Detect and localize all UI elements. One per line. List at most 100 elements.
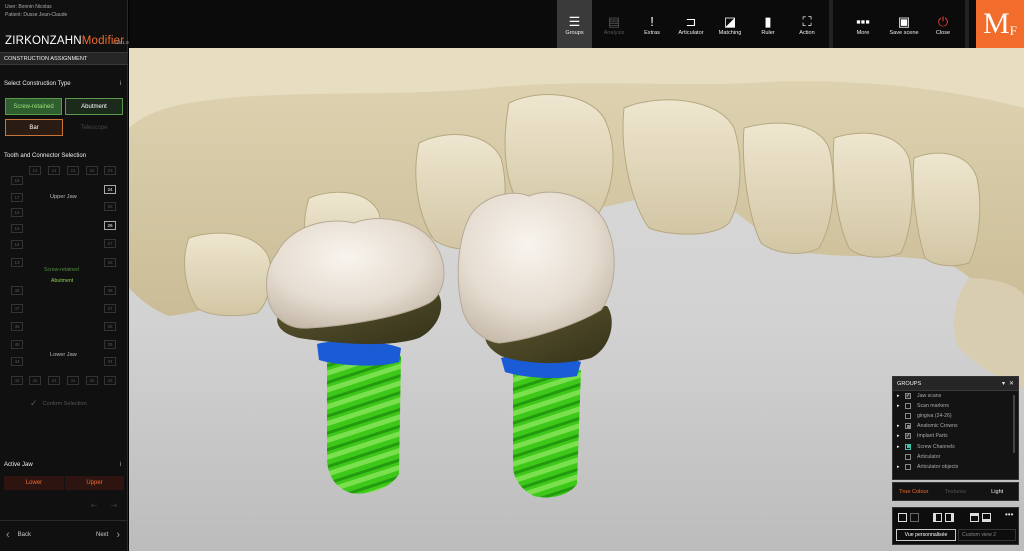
tooth-45[interactable]: 45 <box>11 340 23 349</box>
extras-button[interactable]: ! Extras <box>634 0 670 48</box>
tooth-38[interactable]: 38 <box>104 286 116 295</box>
tooth-44[interactable]: 44 <box>11 357 23 366</box>
more-button[interactable]: ▪▪▪ More <box>845 0 881 48</box>
true-colour-button[interactable]: True Colour <box>893 489 935 495</box>
expand-arrow-icon[interactable]: ▸ <box>897 423 905 429</box>
abutment-button[interactable]: Abutment <box>65 98 123 115</box>
custom-view-selected[interactable]: Vue personnalisée <box>896 529 956 541</box>
group-checkbox[interactable] <box>905 403 911 410</box>
tooth-35[interactable]: 35 <box>104 340 116 349</box>
groups-scrollbar[interactable] <box>1013 395 1015 453</box>
expand-arrow-icon[interactable]: ▸ <box>897 403 905 409</box>
group-checkbox[interactable] <box>905 453 911 460</box>
top-view-icon[interactable] <box>970 513 979 522</box>
close-button[interactable]: ⏻ Close <box>926 0 960 48</box>
toolbar-divider <box>829 0 833 48</box>
tooth-32[interactable]: 32 <box>86 376 98 385</box>
confirm-selection-button[interactable]: ✓ Confirm Selection <box>30 398 87 409</box>
groups-button[interactable]: ☰ Groups <box>557 0 592 48</box>
tooth-27[interactable]: 27 <box>104 239 116 248</box>
tooth-13[interactable]: 13 <box>11 258 23 267</box>
group-checkbox[interactable] <box>905 443 911 450</box>
chevron-right-icon: › <box>116 529 120 541</box>
tooth-41[interactable]: 41 <box>48 376 60 385</box>
swap-right-icon[interactable]: ⇥ <box>106 500 122 510</box>
tooth-23[interactable]: 23 <box>104 166 116 175</box>
group-checkbox[interactable] <box>905 463 911 470</box>
tooth-46[interactable]: 46 <box>11 322 23 331</box>
tooth-18[interactable]: 18 <box>11 176 23 185</box>
groups-panel: GROUPS ▾ ✕ ▸ ✓ Jaw scans ▸ Scan markers gingiv… <box>892 376 1019 480</box>
articulator-button[interactable]: ⊐ Articulator <box>672 0 710 48</box>
textures-button[interactable]: Textures <box>935 489 977 495</box>
tooth-22[interactable]: 22 <box>86 166 98 175</box>
tooth-33[interactable]: 33 <box>104 376 116 385</box>
light-button[interactable]: Light <box>976 489 1018 495</box>
right-view-icon[interactable] <box>945 513 954 522</box>
action-button[interactable]: ⛶ Action <box>789 0 825 48</box>
group-item[interactable]: ▸ ✓ Jaw scans <box>893 391 1018 401</box>
screw-retained-button[interactable]: Screw-retained <box>5 98 62 115</box>
close-icon[interactable]: ✕ <box>1009 380 1014 387</box>
tooth-31[interactable]: 31 <box>67 376 79 385</box>
save-scene-button[interactable]: ▣ Save scene <box>884 0 924 48</box>
ruler-button[interactable]: ▮ Ruler <box>750 0 786 48</box>
back-view-icon[interactable] <box>910 513 919 522</box>
bottom-view-icon[interactable] <box>982 513 991 522</box>
tooth-11[interactable]: 11 <box>48 166 60 175</box>
dropdown-icon[interactable]: ▾ <box>1002 380 1005 387</box>
3d-viewport[interactable] <box>129 48 1024 551</box>
tooth-43[interactable]: 43 <box>11 376 23 385</box>
articulator-icon: ⊐ <box>685 13 697 29</box>
analysis-button[interactable]: ▤ Analysis <box>596 0 632 48</box>
group-item[interactable]: ▸ Anatomic Crowns <box>893 421 1018 431</box>
group-item[interactable]: ▸ Articulator objects <box>893 462 1018 472</box>
group-item[interactable]: ▸ ✓ Implant Parts <box>893 431 1018 441</box>
tooth-12[interactable]: 12 <box>29 166 41 175</box>
group-item[interactable]: Articulator <box>893 452 1018 462</box>
tooth-17[interactable]: 17 <box>11 193 23 202</box>
tooth-24[interactable]: 24 <box>104 185 116 194</box>
expand-arrow-icon[interactable]: ▸ <box>897 444 905 450</box>
matching-button[interactable]: ◪ Matching <box>713 0 747 48</box>
group-item[interactable]: ▸ Scan markers <box>893 401 1018 411</box>
group-checkbox[interactable]: ✓ <box>905 393 911 400</box>
front-view-icon[interactable] <box>898 513 907 522</box>
tooth-14[interactable]: 14 <box>11 240 23 249</box>
left-view-icon[interactable] <box>933 513 942 522</box>
tooth-15[interactable]: 15 <box>11 224 23 233</box>
expand-arrow-icon[interactable]: ▸ <box>897 464 905 470</box>
active-jaw-info-icon[interactable]: i <box>120 462 121 468</box>
jaw-upper-button[interactable]: Upper <box>65 476 124 490</box>
more-views-icon[interactable]: ••• <box>1005 510 1013 519</box>
group-checkbox[interactable] <box>905 413 911 420</box>
tooth-36[interactable]: 36 <box>104 322 116 331</box>
tooth-21[interactable]: 21 <box>67 166 79 175</box>
group-item[interactable]: gingiva (24-26) <box>893 411 1018 421</box>
construction-info-icon[interactable]: i <box>120 81 121 87</box>
group-checkbox[interactable]: ✓ <box>905 433 911 440</box>
next-button[interactable]: Next › <box>96 529 120 541</box>
back-button[interactable]: ‹ Back <box>6 529 31 541</box>
custom-view-2[interactable]: Custom view 2 <box>958 529 1016 541</box>
tooth-26[interactable]: 26 <box>104 221 116 230</box>
tooth-25[interactable]: 25 <box>104 202 116 211</box>
analysis-icon: ▤ <box>607 13 621 29</box>
tooth-47[interactable]: 47 <box>11 304 23 313</box>
tooth-37[interactable]: 37 <box>104 304 116 313</box>
tooth-16[interactable]: 16 <box>11 208 23 217</box>
tooth-48[interactable]: 48 <box>11 286 23 295</box>
groups-panel-header: GROUPS ▾ ✕ <box>893 377 1018 391</box>
group-item[interactable]: ▸ Screw Channels <box>893 441 1018 451</box>
swap-left-icon[interactable]: ⇤ <box>86 500 102 510</box>
group-checkbox[interactable] <box>905 423 911 430</box>
tooth-28[interactable]: 28 <box>104 258 116 267</box>
tooth-34[interactable]: 34 <box>104 357 116 366</box>
tooth-23 <box>742 122 834 254</box>
expand-arrow-icon[interactable]: ▸ <box>897 433 905 439</box>
expand-arrow-icon[interactable]: ▸ <box>897 393 905 399</box>
tooth-42[interactable]: 42 <box>29 376 41 385</box>
bar-button[interactable]: Bar <box>5 119 63 136</box>
jaw-lower-button[interactable]: Lower <box>4 476 65 490</box>
telescope-button[interactable]: Telescope <box>65 119 123 136</box>
